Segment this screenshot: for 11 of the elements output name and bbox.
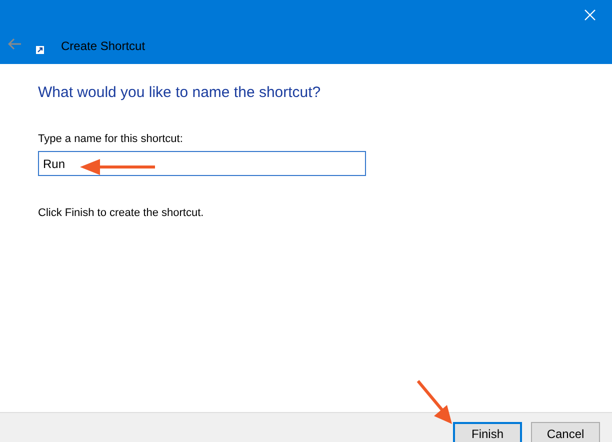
back-arrow-icon [8, 38, 22, 50]
dialog-button[interactable]: Cancel [531, 422, 600, 442]
close-icon [584, 9, 596, 21]
annotation-arrow [416, 380, 452, 424]
dialog-button[interactable]: Finish [453, 422, 522, 442]
page-heading: What would you like to name the shortcut? [38, 84, 321, 103]
input-field[interactable]: Run [38, 151, 366, 176]
shortcut-icon [36, 46, 44, 54]
field-label: Type a name for this shortcut: [38, 132, 183, 147]
instruction-text: Click Finish to create the shortcut. [38, 206, 204, 222]
window-title: Create Shortcut [61, 40, 146, 52]
